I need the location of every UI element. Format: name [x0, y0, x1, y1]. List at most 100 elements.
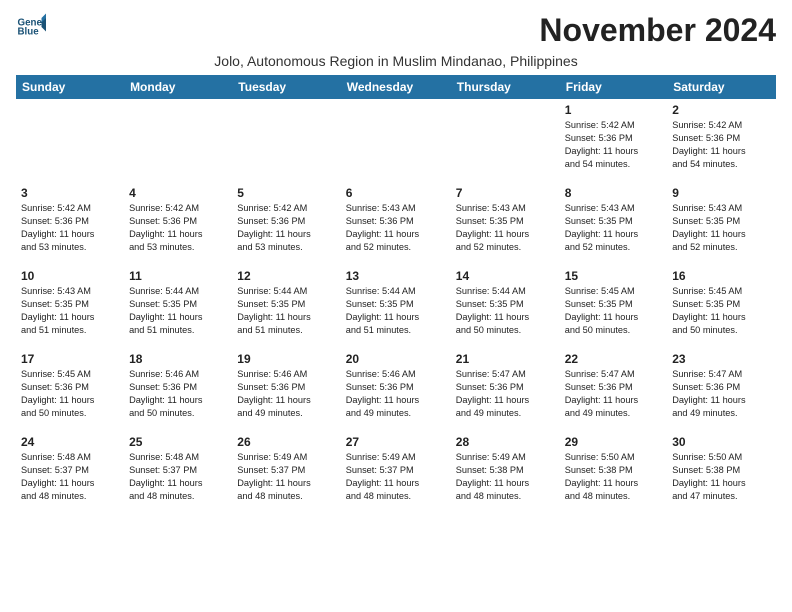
subtitle: Jolo, Autonomous Region in Muslim Mindan… [16, 53, 776, 69]
day-number: 20 [346, 352, 446, 366]
day-number: 29 [565, 435, 662, 449]
day-number: 3 [21, 186, 119, 200]
calendar-cell [451, 99, 560, 179]
month-title: November 2024 [539, 12, 776, 49]
day-info: Sunrise: 5:43 AM Sunset: 5:35 PM Dayligh… [672, 202, 771, 254]
calendar-cell: 5 Sunrise: 5:42 AM Sunset: 5:36 PM Daylig… [232, 182, 340, 262]
calendar-cell: 22 Sunrise: 5:47 AM Sunset: 5:36 PM Dayli… [560, 348, 667, 428]
day-number: 28 [456, 435, 555, 449]
day-header-sunday: Sunday [16, 75, 124, 99]
day-number: 2 [672, 103, 771, 117]
day-info: Sunrise: 5:46 AM Sunset: 5:36 PM Dayligh… [346, 368, 446, 420]
day-info: Sunrise: 5:43 AM Sunset: 5:35 PM Dayligh… [21, 285, 119, 337]
day-number: 18 [129, 352, 227, 366]
day-info: Sunrise: 5:43 AM Sunset: 5:35 PM Dayligh… [565, 202, 662, 254]
day-header-wednesday: Wednesday [341, 75, 451, 99]
day-info: Sunrise: 5:46 AM Sunset: 5:36 PM Dayligh… [237, 368, 335, 420]
calendar-cell: 14 Sunrise: 5:44 AM Sunset: 5:35 PM Dayli… [451, 265, 560, 345]
day-number: 24 [21, 435, 119, 449]
calendar-cell [341, 99, 451, 179]
day-info: Sunrise: 5:47 AM Sunset: 5:36 PM Dayligh… [456, 368, 555, 420]
day-header-friday: Friday [560, 75, 667, 99]
calendar-cell [16, 99, 124, 179]
day-number: 7 [456, 186, 555, 200]
day-number: 1 [565, 103, 662, 117]
logo-icon: General Blue [16, 12, 46, 42]
day-number: 26 [237, 435, 335, 449]
day-info: Sunrise: 5:49 AM Sunset: 5:37 PM Dayligh… [346, 451, 446, 503]
calendar-cell: 28 Sunrise: 5:49 AM Sunset: 5:38 PM Dayli… [451, 431, 560, 511]
calendar-cell: 30 Sunrise: 5:50 AM Sunset: 5:38 PM Dayli… [667, 431, 776, 511]
calendar-cell: 24 Sunrise: 5:48 AM Sunset: 5:37 PM Dayli… [16, 431, 124, 511]
day-number: 6 [346, 186, 446, 200]
day-number: 14 [456, 269, 555, 283]
day-header-saturday: Saturday [667, 75, 776, 99]
day-info: Sunrise: 5:44 AM Sunset: 5:35 PM Dayligh… [237, 285, 335, 337]
day-number: 4 [129, 186, 227, 200]
day-number: 8 [565, 186, 662, 200]
day-info: Sunrise: 5:47 AM Sunset: 5:36 PM Dayligh… [565, 368, 662, 420]
day-number: 19 [237, 352, 335, 366]
calendar-week-row: 17Sunrise: 5:45 AM Sunset: 5:36 PM Dayli… [16, 348, 776, 428]
calendar-cell: 27Sunrise: 5:49 AM Sunset: 5:37 PM Dayli… [341, 431, 451, 511]
calendar-header-row: SundayMondayTuesdayWednesdayThursdayFrid… [16, 75, 776, 99]
calendar-cell: 25 Sunrise: 5:48 AM Sunset: 5:37 PM Dayli… [124, 431, 232, 511]
day-info: Sunrise: 5:50 AM Sunset: 5:38 PM Dayligh… [672, 451, 771, 503]
day-number: 21 [456, 352, 555, 366]
day-info: Sunrise: 5:42 AM Sunset: 5:36 PM Dayligh… [129, 202, 227, 254]
day-header-monday: Monday [124, 75, 232, 99]
day-info: Sunrise: 5:42 AM Sunset: 5:36 PM Dayligh… [565, 119, 662, 171]
calendar-cell: 16Sunrise: 5:45 AM Sunset: 5:35 PM Dayli… [667, 265, 776, 345]
calendar-week-row: 24 Sunrise: 5:48 AM Sunset: 5:37 PM Dayli… [16, 431, 776, 511]
day-number: 17 [21, 352, 119, 366]
day-info: Sunrise: 5:43 AM Sunset: 5:35 PM Dayligh… [456, 202, 555, 254]
logo: General Blue [16, 12, 46, 42]
day-info: Sunrise: 5:44 AM Sunset: 5:35 PM Dayligh… [346, 285, 446, 337]
day-number: 5 [237, 186, 335, 200]
day-number: 22 [565, 352, 662, 366]
calendar-cell: 7 Sunrise: 5:43 AM Sunset: 5:35 PM Daylig… [451, 182, 560, 262]
header-row: General Blue November 2024 [16, 12, 776, 49]
day-info: Sunrise: 5:45 AM Sunset: 5:35 PM Dayligh… [565, 285, 662, 337]
calendar-body: 1 Sunrise: 5:42 AM Sunset: 5:36 PM Daylig… [16, 99, 776, 511]
calendar-cell: 18Sunrise: 5:46 AM Sunset: 5:36 PM Dayli… [124, 348, 232, 428]
calendar-cell: 15 Sunrise: 5:45 AM Sunset: 5:35 PM Dayli… [560, 265, 667, 345]
calendar-cell: 12 Sunrise: 5:44 AM Sunset: 5:35 PM Dayli… [232, 265, 340, 345]
day-info: Sunrise: 5:48 AM Sunset: 5:37 PM Dayligh… [21, 451, 119, 503]
day-number: 25 [129, 435, 227, 449]
day-number: 23 [672, 352, 771, 366]
svg-text:Blue: Blue [18, 27, 40, 38]
day-info: Sunrise: 5:48 AM Sunset: 5:37 PM Dayligh… [129, 451, 227, 503]
calendar-table: SundayMondayTuesdayWednesdayThursdayFrid… [16, 75, 776, 511]
page-container: General Blue November 2024 Jolo, Autonom… [0, 0, 792, 523]
calendar-cell: 6 Sunrise: 5:43 AM Sunset: 5:36 PM Daylig… [341, 182, 451, 262]
day-info: Sunrise: 5:43 AM Sunset: 5:36 PM Dayligh… [346, 202, 446, 254]
day-number: 12 [237, 269, 335, 283]
calendar-week-row: 10Sunrise: 5:43 AM Sunset: 5:35 PM Dayli… [16, 265, 776, 345]
day-number: 9 [672, 186, 771, 200]
calendar-cell: 8 Sunrise: 5:43 AM Sunset: 5:35 PM Daylig… [560, 182, 667, 262]
calendar-cell: 23 Sunrise: 5:47 AM Sunset: 5:36 PM Dayli… [667, 348, 776, 428]
day-number: 13 [346, 269, 446, 283]
calendar-cell: 9 Sunrise: 5:43 AM Sunset: 5:35 PM Daylig… [667, 182, 776, 262]
calendar-cell: 13 Sunrise: 5:44 AM Sunset: 5:35 PM Dayli… [341, 265, 451, 345]
day-header-tuesday: Tuesday [232, 75, 340, 99]
calendar-cell: 11Sunrise: 5:44 AM Sunset: 5:35 PM Dayli… [124, 265, 232, 345]
calendar-week-row: 3 Sunrise: 5:42 AM Sunset: 5:36 PM Daylig… [16, 182, 776, 262]
calendar-cell: 20 Sunrise: 5:46 AM Sunset: 5:36 PM Dayli… [341, 348, 451, 428]
day-info: Sunrise: 5:50 AM Sunset: 5:38 PM Dayligh… [565, 451, 662, 503]
calendar-cell: 26 Sunrise: 5:49 AM Sunset: 5:37 PM Dayli… [232, 431, 340, 511]
day-info: Sunrise: 5:47 AM Sunset: 5:36 PM Dayligh… [672, 368, 771, 420]
day-info: Sunrise: 5:44 AM Sunset: 5:35 PM Dayligh… [456, 285, 555, 337]
day-info: Sunrise: 5:49 AM Sunset: 5:37 PM Dayligh… [237, 451, 335, 503]
day-number: 30 [672, 435, 771, 449]
day-info: Sunrise: 5:49 AM Sunset: 5:38 PM Dayligh… [456, 451, 555, 503]
calendar-cell: 1 Sunrise: 5:42 AM Sunset: 5:36 PM Daylig… [560, 99, 667, 179]
calendar-cell: 10Sunrise: 5:43 AM Sunset: 5:35 PM Dayli… [16, 265, 124, 345]
day-info: Sunrise: 5:42 AM Sunset: 5:36 PM Dayligh… [672, 119, 771, 171]
day-number: 15 [565, 269, 662, 283]
day-info: Sunrise: 5:42 AM Sunset: 5:36 PM Dayligh… [237, 202, 335, 254]
calendar-cell: 21 Sunrise: 5:47 AM Sunset: 5:36 PM Dayli… [451, 348, 560, 428]
calendar-cell: 17Sunrise: 5:45 AM Sunset: 5:36 PM Dayli… [16, 348, 124, 428]
day-info: Sunrise: 5:45 AM Sunset: 5:35 PM Dayligh… [672, 285, 771, 337]
